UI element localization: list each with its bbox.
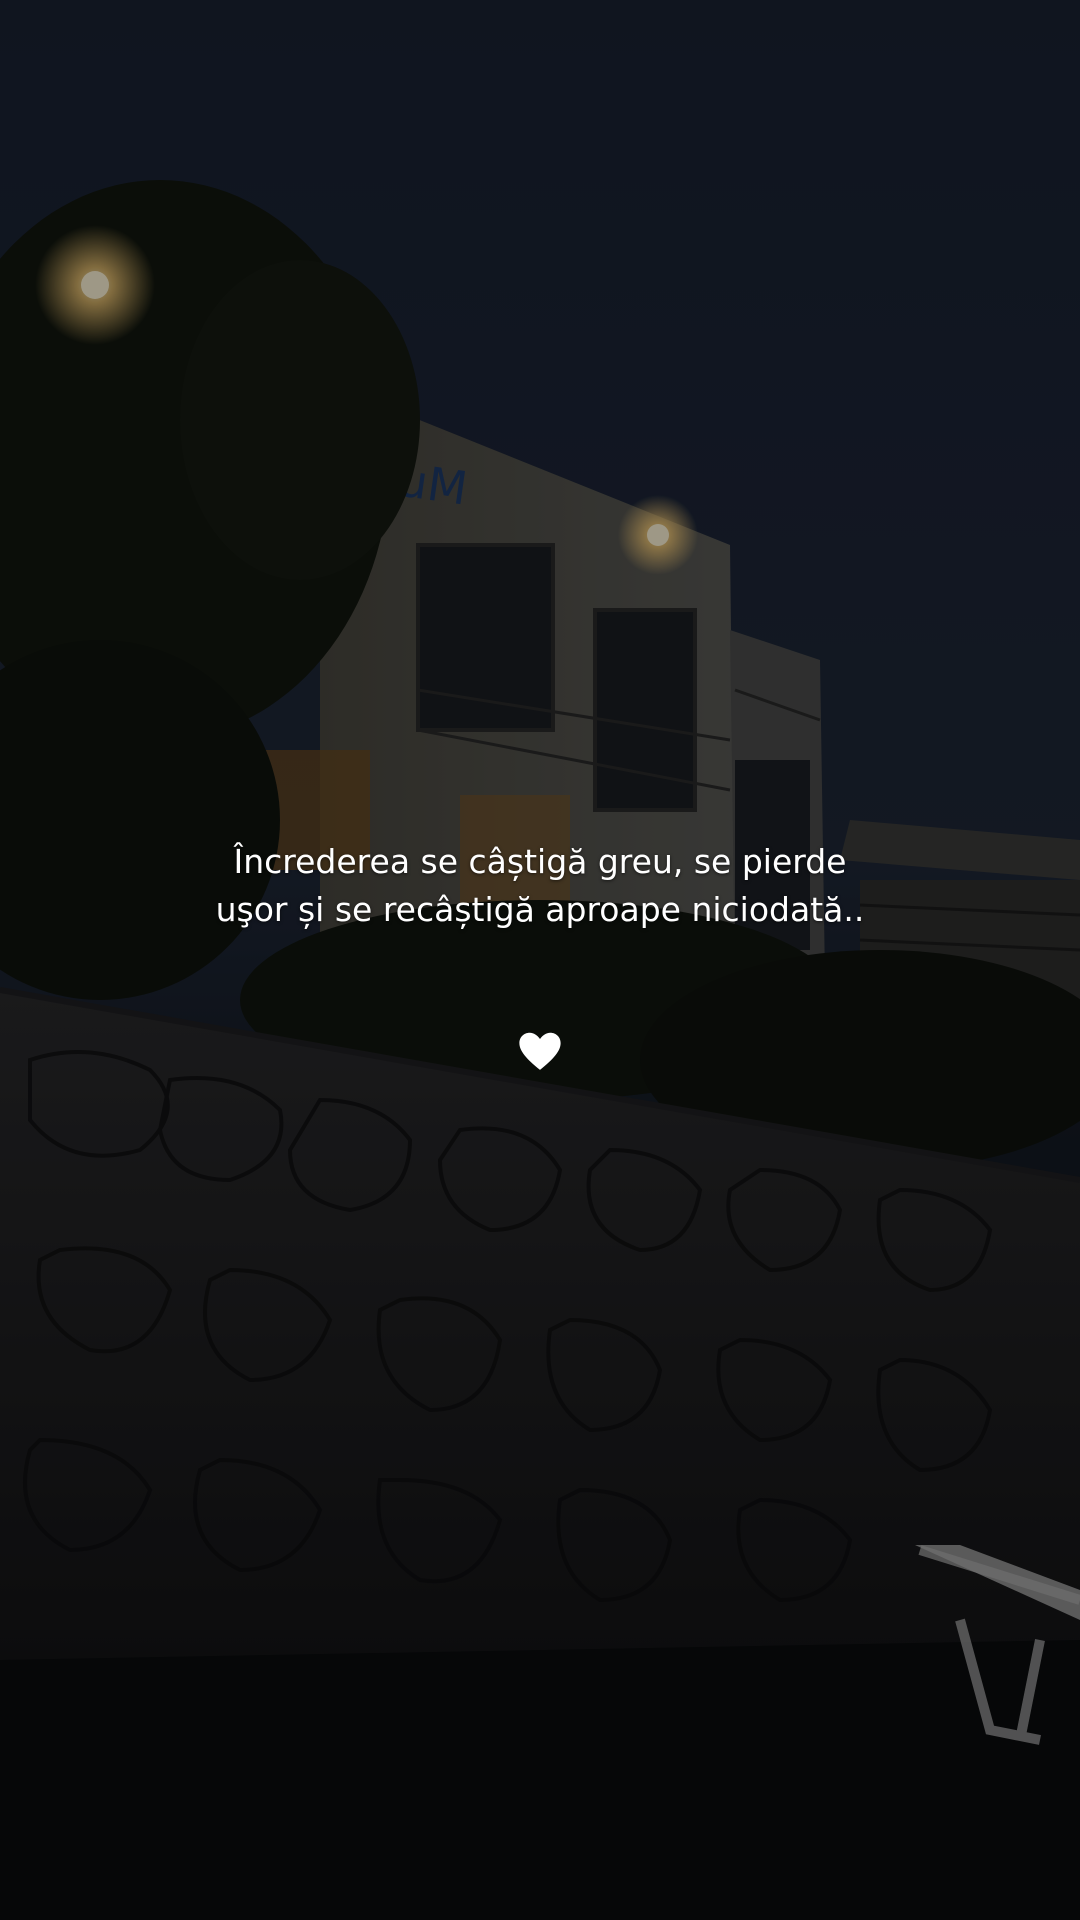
caption-text: Încrederea se câștigă greu, se pierde uş… [215,842,865,929]
video-frame: truM Încrederea se câștigă greu, se pier… [0,0,1080,1920]
dark-overlay [0,0,1080,1920]
white-heart-icon [519,1032,561,1070]
